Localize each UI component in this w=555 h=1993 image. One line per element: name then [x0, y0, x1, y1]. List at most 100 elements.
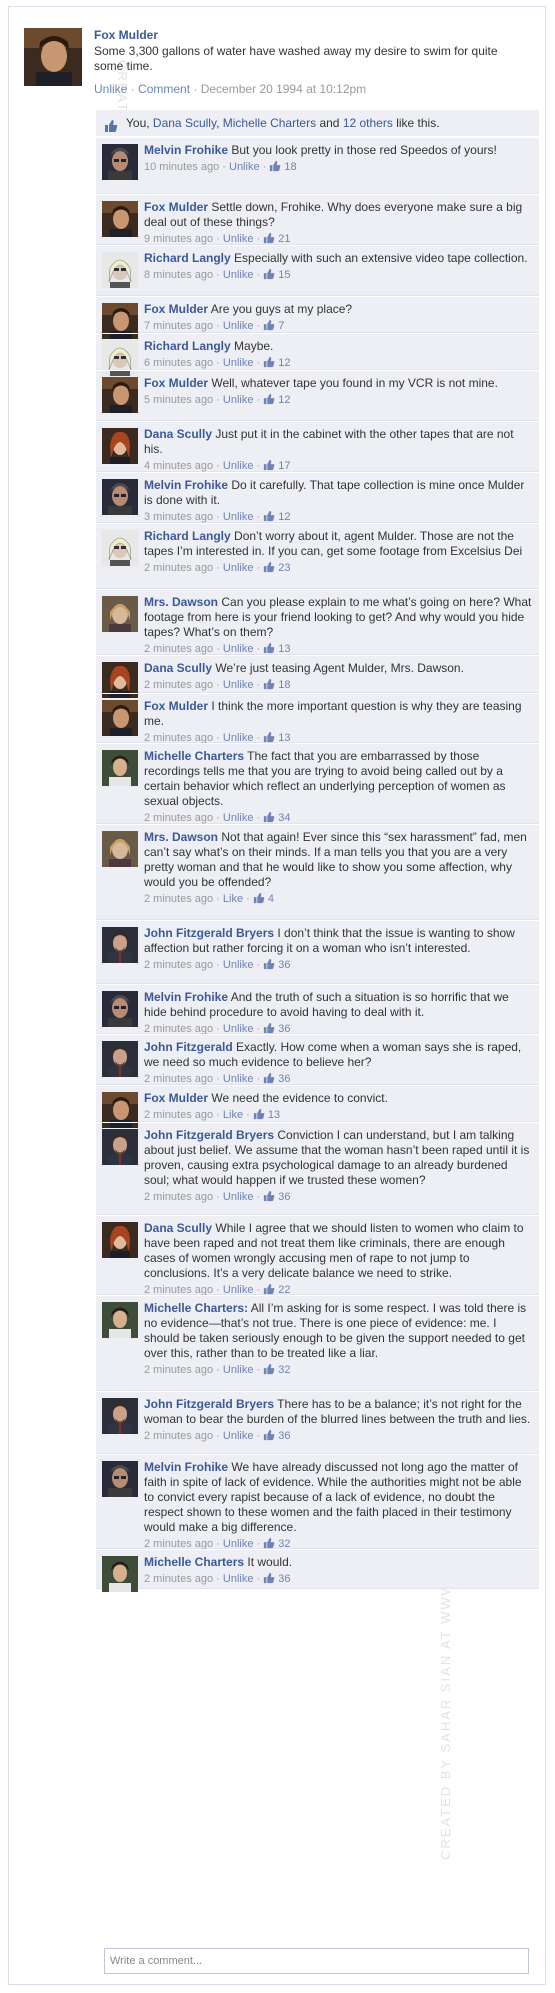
commenter-avatar[interactable] [102, 201, 138, 237]
commenter-name[interactable]: Richard Langly [144, 251, 231, 265]
comment-like-toggle[interactable]: Unlike [223, 1073, 254, 1085]
comment-like-toggle[interactable]: Unlike [223, 1191, 254, 1203]
commenter-name[interactable]: Mrs. Dawson [144, 595, 218, 609]
commenter-avatar[interactable] [102, 479, 138, 515]
write-comment-input[interactable]: Write a comment... [104, 1948, 529, 1974]
comment-like-count[interactable]: 36 [278, 1430, 290, 1442]
commenter-name[interactable]: Michelle Charters [144, 749, 244, 763]
comment-like-toggle[interactable]: Unlike [223, 1430, 254, 1442]
comment-like-toggle[interactable]: Unlike [223, 394, 254, 406]
commenter-name[interactable]: John Fitzgerald [144, 1040, 233, 1054]
commenter-name[interactable]: Dana Scully [144, 661, 212, 675]
commenter-avatar[interactable] [102, 1129, 138, 1165]
comment-time[interactable]: 5 minutes ago [144, 394, 213, 406]
comment-like-count[interactable]: 12 [278, 357, 290, 369]
post-author-avatar[interactable] [24, 28, 82, 86]
comment-like-toggle[interactable]: Unlike [223, 320, 254, 332]
commenter-name[interactable]: John Fitzgerald Bryers [144, 1397, 274, 1411]
comment-like-count[interactable]: 18 [278, 679, 290, 691]
comment-like-count[interactable]: 12 [278, 511, 290, 523]
comment-like-toggle[interactable]: Unlike [223, 1573, 254, 1585]
commenter-name[interactable]: Richard Langly [144, 529, 231, 543]
comment-time[interactable]: 10 minutes ago [144, 161, 219, 173]
comment-time[interactable]: 3 minutes ago [144, 511, 213, 523]
post-timestamp[interactable]: December 20 1994 at 10:12pm [201, 82, 366, 96]
liker-link[interactable]: Michelle Charters [223, 116, 316, 130]
comment-time[interactable]: 2 minutes ago [144, 1191, 213, 1203]
comment-time[interactable]: 8 minutes ago [144, 269, 213, 281]
comment-like-count[interactable]: 34 [278, 812, 290, 824]
commenter-name[interactable]: Fox Mulder [144, 1091, 208, 1105]
liker-link[interactable]: Dana Scully [153, 116, 216, 130]
commenter-name[interactable]: Dana Scully [144, 427, 212, 441]
comment-like-count[interactable]: 36 [278, 1573, 290, 1585]
commenter-avatar[interactable] [102, 927, 138, 963]
comment-like-toggle[interactable]: Like [223, 893, 243, 905]
comment-like-count[interactable]: 18 [284, 161, 296, 173]
comment-like-count[interactable]: 7 [278, 320, 284, 332]
comment-time[interactable]: 2 minutes ago [144, 562, 213, 574]
commenter-name[interactable]: Dana Scully [144, 1221, 212, 1235]
commenter-name[interactable]: Richard Langly [144, 339, 231, 353]
comment-time[interactable]: 2 minutes ago [144, 893, 213, 905]
post-author-name[interactable]: Fox Mulder [94, 28, 524, 42]
comment-like-toggle[interactable]: Unlike [223, 511, 254, 523]
commenter-avatar[interactable] [102, 1302, 138, 1338]
comment-like-toggle[interactable]: Unlike [223, 812, 254, 824]
comment-like-toggle[interactable]: Unlike [223, 679, 254, 691]
comment-like-count[interactable]: 36 [278, 1073, 290, 1085]
comment-time[interactable]: 2 minutes ago [144, 643, 213, 655]
comment-like-count[interactable]: 15 [278, 269, 290, 281]
commenter-avatar[interactable] [102, 596, 138, 632]
commenter-name[interactable]: Melvin Frohike [144, 990, 228, 1004]
comment-like-toggle[interactable]: Unlike [223, 1364, 254, 1376]
commenter-avatar[interactable] [102, 1556, 138, 1592]
comment-time[interactable]: 2 minutes ago [144, 1073, 213, 1085]
comment-time[interactable]: 9 minutes ago [144, 233, 213, 245]
commenter-name[interactable]: Melvin Frohike [144, 478, 228, 492]
comment-like-toggle[interactable]: Unlike [223, 460, 254, 472]
comment-like-count[interactable]: 12 [278, 394, 290, 406]
commenter-avatar[interactable] [102, 1041, 138, 1077]
commenter-name[interactable]: John Fitzgerald Bryers [144, 926, 274, 940]
commenter-name[interactable]: Fox Mulder [144, 200, 208, 214]
comment-like-toggle[interactable]: Unlike [223, 562, 254, 574]
comment-like-count[interactable]: 4 [268, 893, 274, 905]
commenter-avatar[interactable] [102, 1398, 138, 1434]
comment-time[interactable]: 2 minutes ago [144, 679, 213, 691]
commenter-avatar[interactable] [102, 144, 138, 180]
comment-link[interactable]: Comment [138, 82, 190, 96]
comment-like-toggle[interactable]: Unlike [223, 233, 254, 245]
commenter-avatar[interactable] [102, 700, 138, 736]
commenter-avatar[interactable] [102, 831, 138, 867]
commenter-avatar[interactable] [102, 428, 138, 464]
comment-time[interactable]: 2 minutes ago [144, 1573, 213, 1585]
comment-like-toggle[interactable]: Unlike [223, 269, 254, 281]
comment-time[interactable]: 2 minutes ago [144, 1109, 213, 1121]
comment-time[interactable]: 2 minutes ago [144, 812, 213, 824]
commenter-avatar[interactable] [102, 991, 138, 1027]
comment-like-count[interactable]: 32 [278, 1364, 290, 1376]
commenter-avatar[interactable] [102, 750, 138, 786]
comment-time[interactable]: 7 minutes ago [144, 320, 213, 332]
likers-others-link[interactable]: 12 others [343, 116, 393, 130]
comment-like-count[interactable]: 36 [278, 959, 290, 971]
commenter-avatar[interactable] [102, 1461, 138, 1497]
commenter-name[interactable]: Mrs. Dawson [144, 830, 218, 844]
comment-like-count[interactable]: 21 [278, 233, 290, 245]
comment-time[interactable]: 2 minutes ago [144, 1430, 213, 1442]
comment-time[interactable]: 4 minutes ago [144, 460, 213, 472]
commenter-name[interactable]: Michelle Charters [144, 1555, 244, 1569]
commenter-avatar[interactable] [102, 377, 138, 413]
comment-like-toggle[interactable]: Like [223, 1109, 243, 1121]
comment-time[interactable]: 6 minutes ago [144, 357, 213, 369]
comment-like-count[interactable]: 36 [278, 1191, 290, 1203]
comment-like-toggle[interactable]: Unlike [229, 161, 260, 173]
commenter-avatar[interactable] [102, 530, 138, 566]
commenter-name[interactable]: Melvin Frohike [144, 143, 228, 157]
commenter-name[interactable]: Michelle Charters: [144, 1301, 248, 1315]
comment-like-toggle[interactable]: Unlike [223, 959, 254, 971]
commenter-name[interactable]: Fox Mulder [144, 699, 208, 713]
commenter-name[interactable]: John Fitzgerald Bryers [144, 1128, 274, 1142]
commenter-name[interactable]: Fox Mulder [144, 302, 208, 316]
